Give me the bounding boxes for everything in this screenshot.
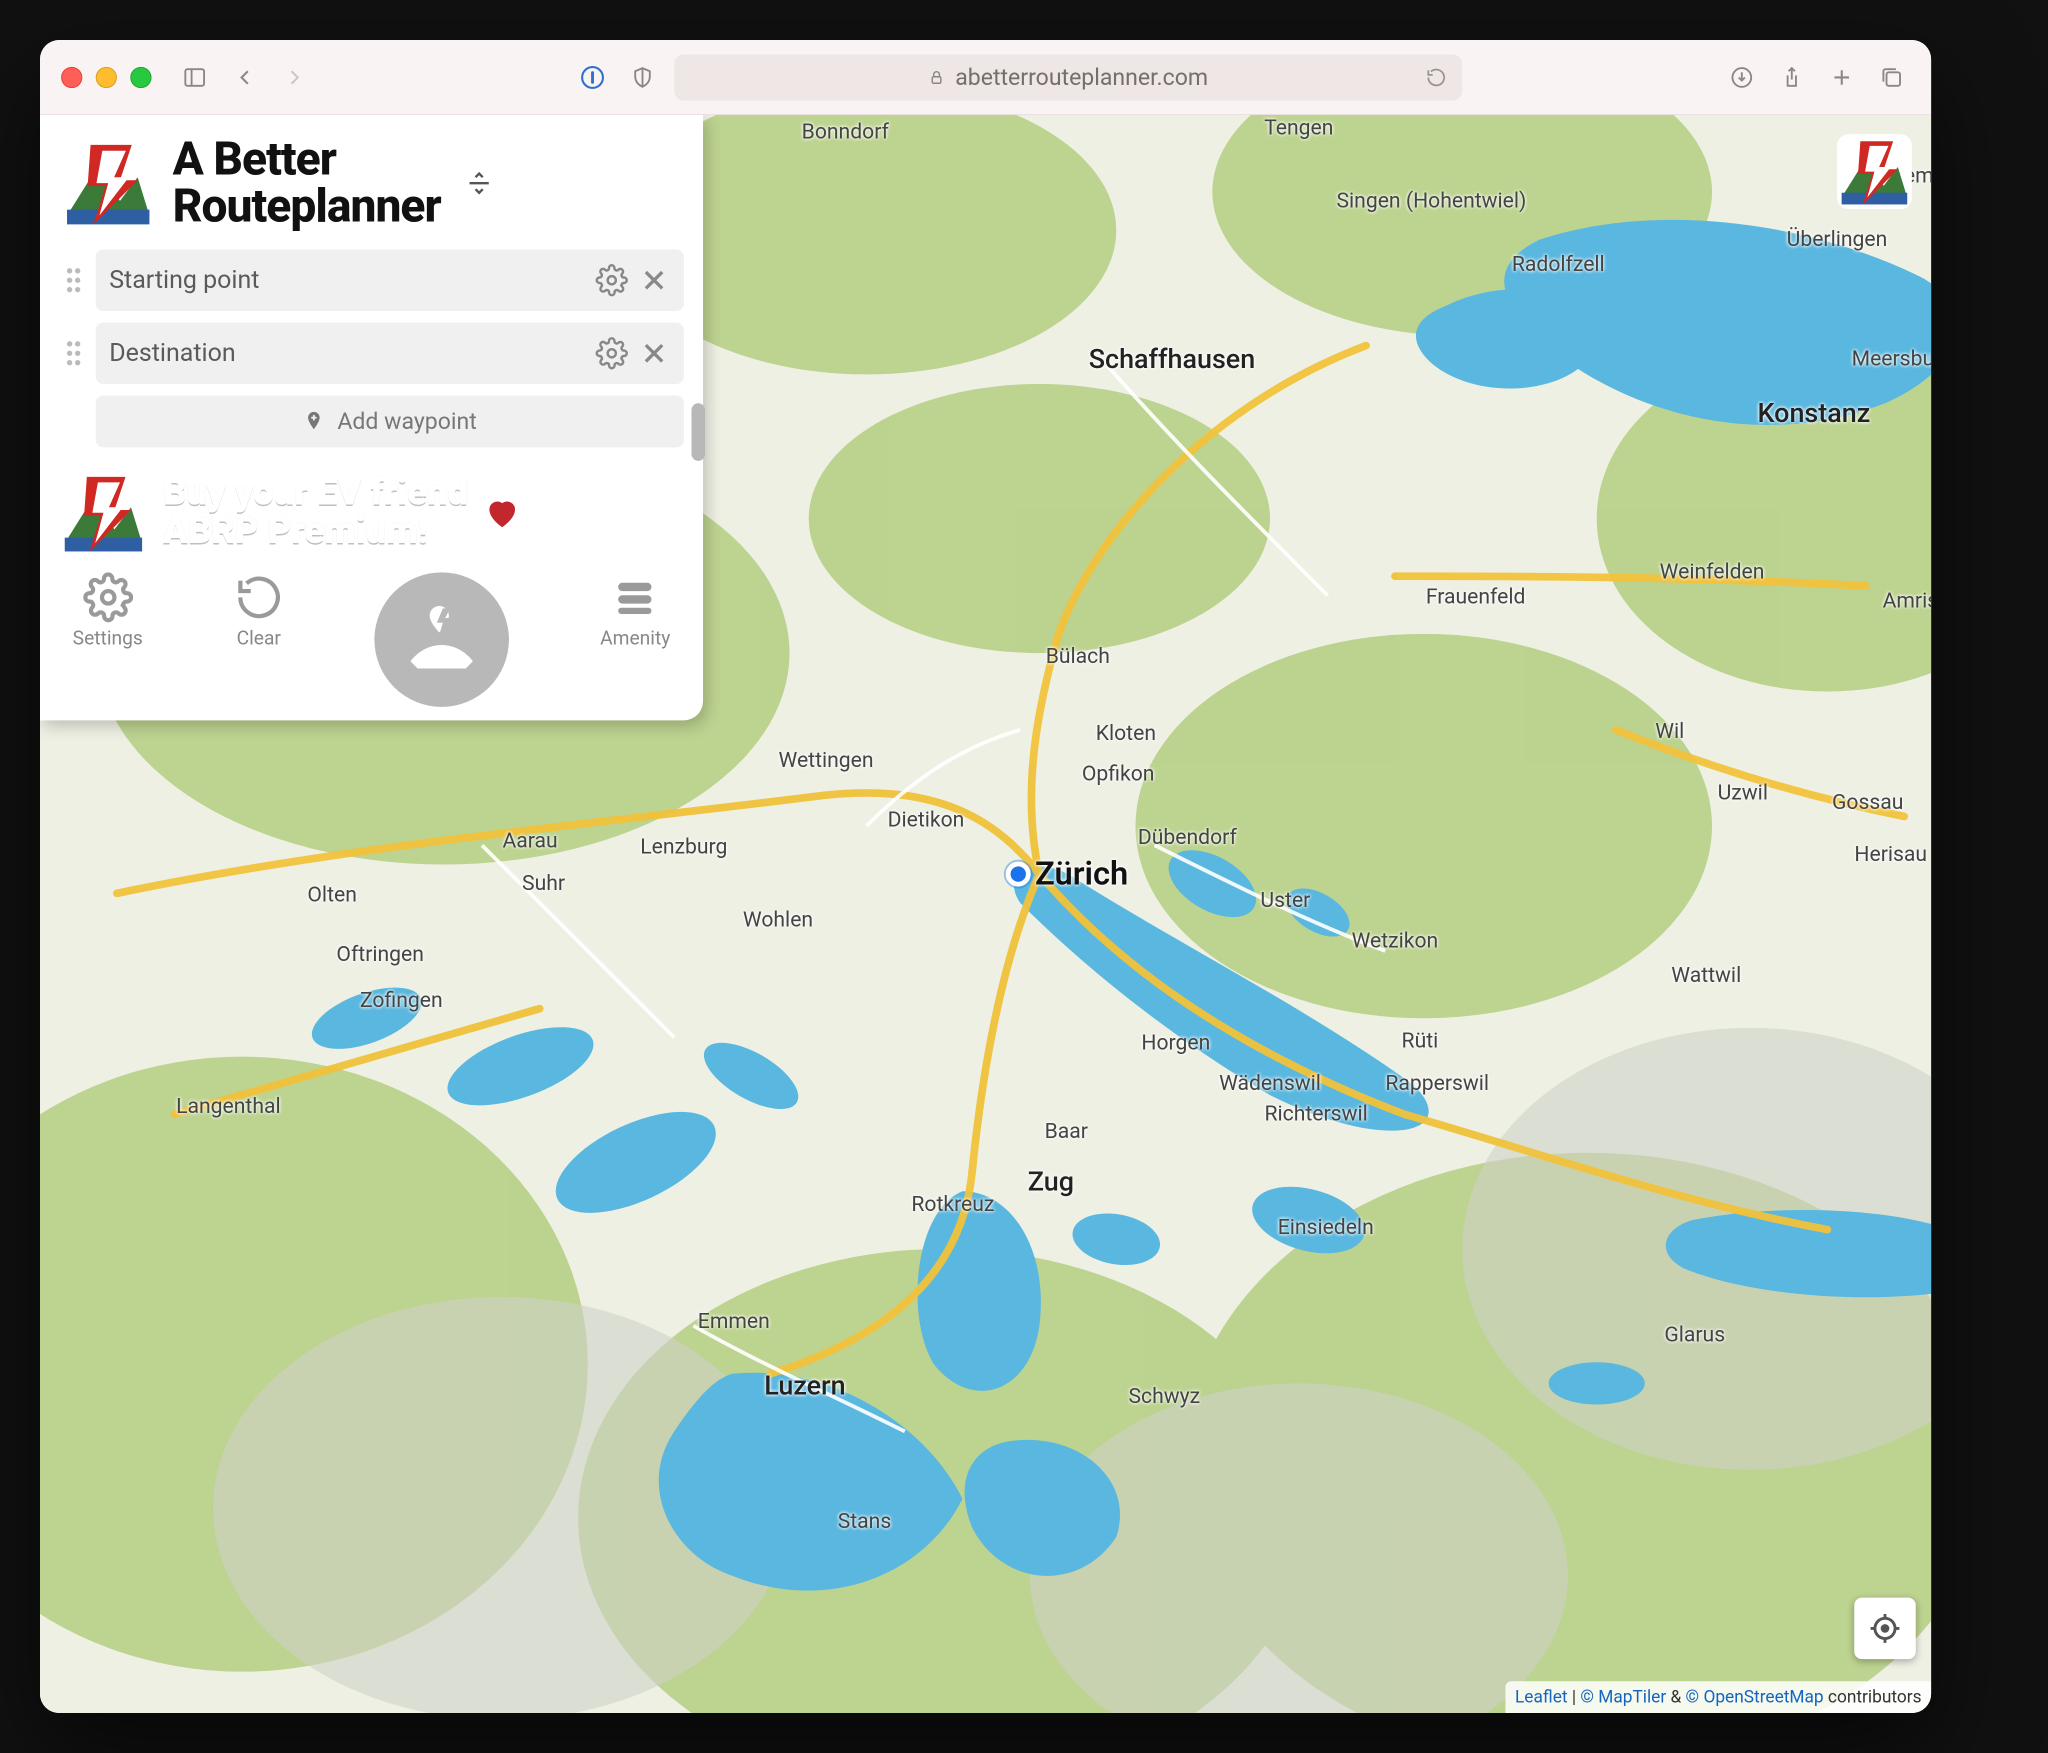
app-title-line1: A Better <box>173 136 441 183</box>
heart-icon <box>483 494 521 532</box>
nav-back-icon[interactable] <box>226 59 263 96</box>
browser-window: abetterrouteplanner.com <box>40 40 1931 1713</box>
settings-button[interactable]: Settings <box>73 572 143 649</box>
app-logo <box>61 136 155 230</box>
add-pin-icon <box>303 410 326 433</box>
clear-label: Clear <box>237 626 281 649</box>
window-controls <box>61 66 151 87</box>
clear-button[interactable]: Clear <box>234 572 284 649</box>
attrib-osm-link[interactable]: © OpenStreetMap <box>1686 1687 1824 1707</box>
attrib-maptiler-link[interactable]: © MapTiler <box>1580 1687 1666 1707</box>
destination-settings-icon[interactable] <box>595 337 628 370</box>
add-waypoint-button[interactable]: Add waypoint <box>96 396 684 448</box>
waypoint-row-start: Starting point <box>59 249 684 311</box>
app-content: BonndorfTengenSingen (Hohentwiel)Radolfz… <box>40 115 1931 1713</box>
route-panel: A Better Routeplanner Starting point <box>40 115 703 720</box>
start-placeholder: Starting point <box>109 266 586 295</box>
app-title: A Better Routeplanner <box>173 136 441 230</box>
promo-text: Buy your EV friend ABRP Premium! <box>163 474 468 551</box>
promo-line1: Buy your EV friend <box>163 474 468 512</box>
promo-logo-icon <box>59 469 147 557</box>
panel-collapse-button[interactable] <box>458 169 500 198</box>
downloads-icon[interactable] <box>1724 59 1761 96</box>
waypoint-row-dest: Destination <box>59 323 684 385</box>
locate-me-button[interactable] <box>1854 1598 1916 1660</box>
password-manager-icon[interactable] <box>574 59 611 96</box>
waypoint-list: Starting point Destination <box>53 244 689 453</box>
window-close-button[interactable] <box>61 66 82 87</box>
current-location-dot <box>1006 862 1031 887</box>
refresh-icon <box>234 572 284 622</box>
start-settings-icon[interactable] <box>595 264 628 297</box>
destination-clear-icon[interactable] <box>638 337 671 370</box>
window-zoom-button[interactable] <box>130 66 151 87</box>
nav-forward-icon[interactable] <box>276 59 313 96</box>
start-clear-icon[interactable] <box>638 264 671 297</box>
address-bar[interactable]: abetterrouteplanner.com <box>674 54 1462 100</box>
window-minimize-button[interactable] <box>96 66 117 87</box>
panel-toolbar: Settings Clear Amenity <box>53 569 689 707</box>
destination-placeholder: Destination <box>109 339 586 368</box>
attrib-leaflet-link[interactable]: Leaflet <box>1515 1687 1568 1707</box>
start-input[interactable]: Starting point <box>96 249 684 311</box>
app-logo-corner[interactable] <box>1837 134 1912 209</box>
reload-icon[interactable] <box>1426 66 1447 87</box>
amenity-label: Amenity <box>600 626 670 649</box>
plan-route-icon <box>375 572 510 707</box>
lock-icon <box>928 68 945 85</box>
sidebar-toggle-icon[interactable] <box>176 59 213 96</box>
browser-chrome: abetterrouteplanner.com <box>40 40 1931 115</box>
drag-handle-icon[interactable] <box>59 267 88 294</box>
new-tab-icon[interactable] <box>1824 59 1861 96</box>
share-icon[interactable] <box>1774 59 1811 96</box>
address-bar-host: abetterrouteplanner.com <box>955 64 1208 91</box>
tab-overview-icon[interactable] <box>1873 59 1910 96</box>
plan-route-button[interactable] <box>375 572 510 707</box>
map-attribution: Leaflet | © MapTiler & © OpenStreetMap c… <box>1505 1681 1931 1713</box>
app-header: A Better Routeplanner <box>53 132 689 243</box>
privacy-shield-icon[interactable] <box>624 59 661 96</box>
amenity-icon <box>610 572 660 622</box>
settings-label: Settings <box>73 626 143 649</box>
premium-promo[interactable]: Buy your EV friend ABRP Premium! <box>53 467 689 559</box>
panel-scrollbar-thumb[interactable] <box>692 403 705 461</box>
add-waypoint-label: Add waypoint <box>337 408 476 435</box>
drag-handle-icon[interactable] <box>59 340 88 367</box>
destination-input[interactable]: Destination <box>96 323 684 385</box>
amenity-button[interactable]: Amenity <box>600 572 670 649</box>
gear-icon <box>83 572 133 622</box>
promo-line2: ABRP Premium! <box>163 513 468 551</box>
app-title-line2: Routeplanner <box>173 183 441 230</box>
